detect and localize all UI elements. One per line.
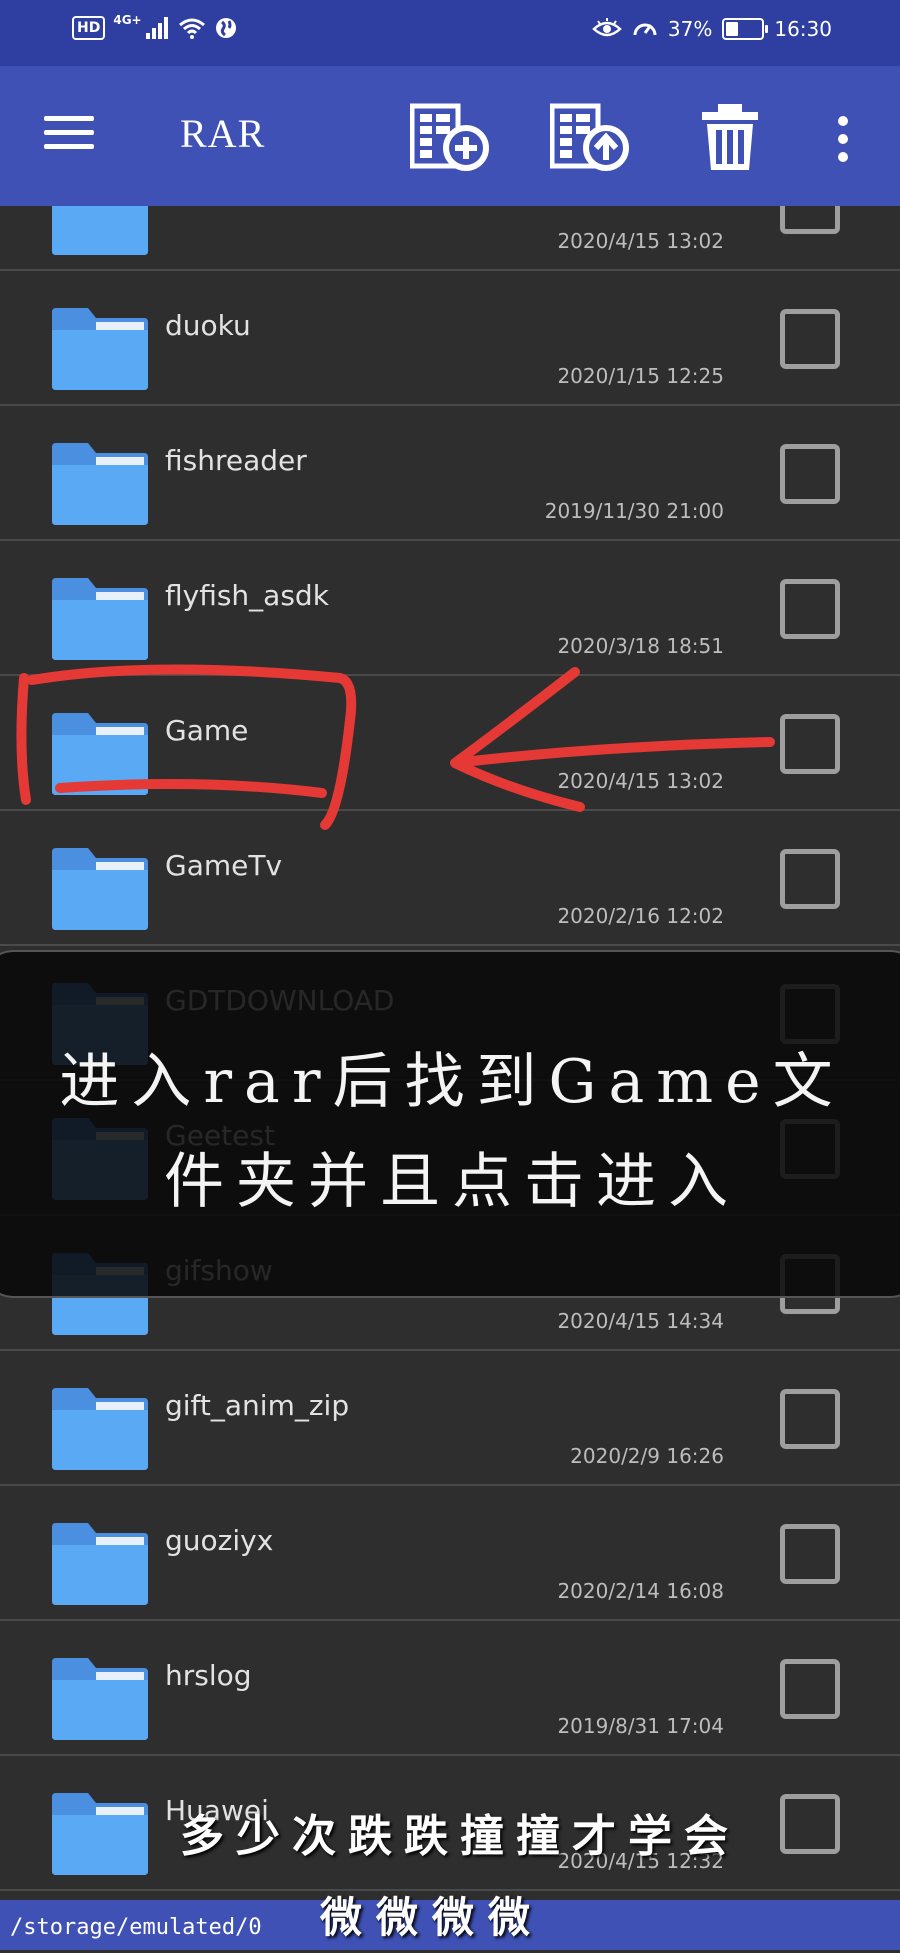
delete-button[interactable] bbox=[700, 102, 780, 172]
file-date: 2020/4/15 13:02 bbox=[557, 229, 724, 253]
select-checkbox[interactable] bbox=[780, 579, 840, 639]
add-to-archive-button[interactable] bbox=[409, 102, 490, 172]
file-row[interactable]: GameTv 2020/2/16 12:02 bbox=[0, 811, 900, 946]
clock: 16:30 bbox=[774, 17, 832, 41]
folder-icon bbox=[50, 1519, 150, 1605]
file-row[interactable]: Game 2020/4/15 13:02 bbox=[0, 676, 900, 811]
file-date: 2020/4/15 13:02 bbox=[557, 769, 724, 793]
file-row[interactable]: 2020/4/15 13:02 bbox=[0, 206, 900, 271]
file-name: GameTv bbox=[165, 849, 283, 882]
folder-icon bbox=[50, 574, 150, 660]
file-date: 2019/8/31 17:04 bbox=[557, 1714, 724, 1738]
file-date: 2020/2/16 12:02 bbox=[557, 904, 724, 928]
more-vert-icon bbox=[838, 116, 848, 162]
menu-icon[interactable] bbox=[44, 116, 94, 156]
app-bar: RAR bbox=[0, 66, 900, 206]
more-options-button[interactable] bbox=[828, 114, 858, 164]
status-bar: HD 4G+ 37% 16:30 bbox=[0, 0, 900, 66]
file-row[interactable]: gift_anim_zip 2020/2/9 16:26 bbox=[0, 1351, 900, 1486]
speedometer-icon bbox=[633, 23, 657, 36]
select-checkbox[interactable] bbox=[780, 206, 840, 234]
folder-icon bbox=[50, 844, 150, 930]
folder-icon bbox=[50, 206, 150, 255]
select-checkbox[interactable] bbox=[780, 1389, 840, 1449]
extract-archive-button[interactable] bbox=[549, 102, 630, 172]
archive-add-icon bbox=[409, 103, 489, 171]
folder-icon bbox=[50, 304, 150, 390]
select-checkbox[interactable] bbox=[780, 309, 840, 369]
file-row[interactable]: guoziyx 2020/2/14 16:08 bbox=[0, 1486, 900, 1621]
archive-extract-icon bbox=[549, 103, 629, 171]
status-right-icons: 37% 16:30 bbox=[592, 17, 832, 41]
folder-icon bbox=[50, 1384, 150, 1470]
file-name: flyfish_asdk bbox=[165, 579, 329, 612]
file-date: 2020/2/14 16:08 bbox=[557, 1579, 724, 1603]
select-checkbox[interactable] bbox=[780, 444, 840, 504]
file-date: 2020/3/18 18:51 bbox=[557, 634, 724, 658]
file-row[interactable]: duoku 2020/1/15 12:25 bbox=[0, 271, 900, 406]
globe-icon bbox=[215, 18, 236, 38]
select-checkbox[interactable] bbox=[780, 1524, 840, 1584]
select-checkbox[interactable] bbox=[780, 849, 840, 909]
select-checkbox[interactable] bbox=[780, 1794, 840, 1854]
select-checkbox[interactable] bbox=[780, 1659, 840, 1719]
file-date: 2020/4/15 14:34 bbox=[557, 1309, 724, 1333]
file-name: gift_anim_zip bbox=[165, 1389, 350, 1422]
select-checkbox[interactable] bbox=[780, 714, 840, 774]
file-name: hrslog bbox=[165, 1659, 252, 1692]
folder-icon bbox=[50, 1789, 150, 1875]
trash-icon bbox=[702, 104, 758, 170]
file-row[interactable]: hrslog 2019/8/31 17:04 bbox=[0, 1621, 900, 1756]
watermark-signature: 微微微微 bbox=[320, 1893, 545, 1942]
battery-icon bbox=[722, 18, 769, 40]
file-name: guoziyx bbox=[165, 1524, 274, 1557]
file-date: 2020/2/9 16:26 bbox=[570, 1444, 724, 1468]
wifi-icon bbox=[178, 18, 205, 39]
file-name: Game bbox=[165, 714, 249, 747]
file-name: fishreader bbox=[165, 444, 307, 477]
status-left-icons: HD 4G+ bbox=[72, 13, 238, 40]
file-date: 2019/11/30 21:00 bbox=[544, 499, 724, 523]
watermark-caption: 多少次跌跌撞撞才学会 bbox=[180, 1811, 740, 1862]
folder-icon bbox=[50, 1654, 150, 1740]
instruction-text: 进入rar后找到Game文 件夹并且点击进入 bbox=[59, 1047, 845, 1217]
battery-percent: 37% bbox=[667, 17, 713, 41]
folder-icon bbox=[50, 439, 150, 525]
file-row[interactable]: fishreader 2019/11/30 21:00 bbox=[0, 406, 900, 541]
file-name: duoku bbox=[165, 309, 251, 342]
folder-icon bbox=[50, 709, 150, 795]
signal-icon bbox=[145, 17, 168, 39]
instruction-overlay: 进入rar后找到Game文 件夹并且点击进入 bbox=[0, 950, 900, 1298]
file-date: 2020/1/15 12:25 bbox=[557, 364, 724, 388]
file-row[interactable]: flyfish_asdk 2020/3/18 18:51 bbox=[0, 541, 900, 676]
eye-comfort-icon bbox=[592, 18, 622, 37]
current-path: /storage/emulated/0 bbox=[10, 1915, 262, 1940]
network-type-label: 4G+ bbox=[113, 13, 142, 27]
hd-icon: HD bbox=[72, 16, 106, 40]
app-title: RAR bbox=[180, 111, 266, 156]
